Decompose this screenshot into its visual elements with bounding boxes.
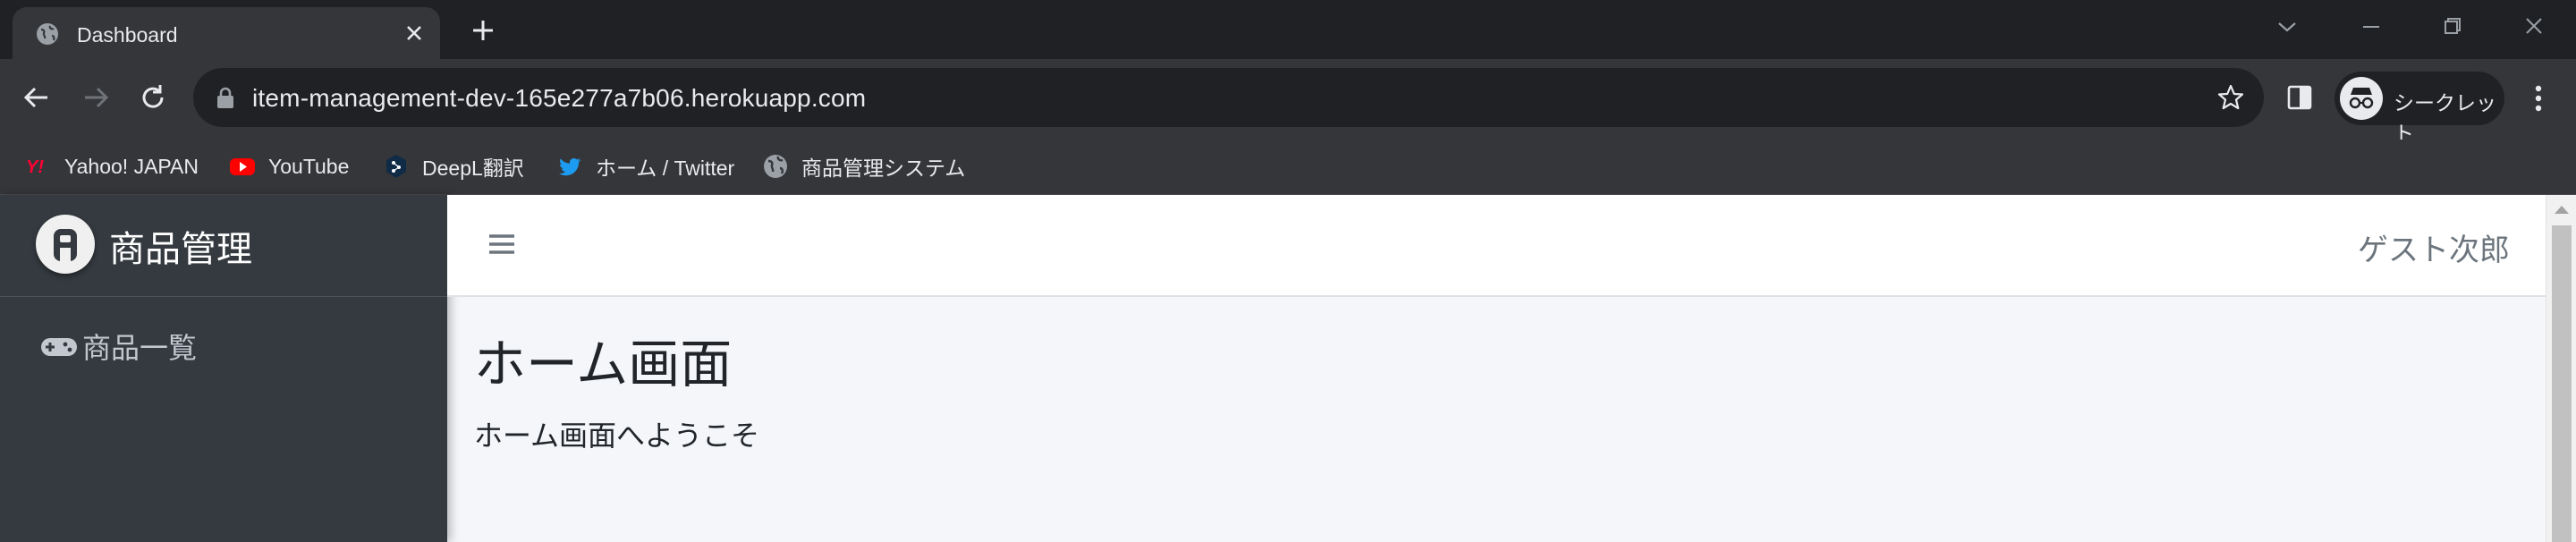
brand-link[interactable]: 商品管理 — [0, 195, 447, 297]
close-tab-icon[interactable] — [399, 18, 429, 48]
top-navbar: ゲスト次郎 — [447, 195, 2546, 297]
url-text[interactable]: item-management-dev-165e277a7b06.herokua… — [252, 84, 866, 113]
globe-icon — [762, 153, 789, 180]
browser-tab[interactable]: Dashboard — [13, 7, 440, 59]
bookmark-item-system[interactable]: 商品管理システム — [762, 150, 965, 182]
gamepad-icon — [39, 333, 79, 360]
globe-icon — [36, 22, 59, 46]
bookmark-youtube[interactable]: YouTube — [229, 150, 349, 182]
more-menu-icon[interactable] — [2522, 80, 2555, 116]
deepl-icon — [383, 153, 410, 180]
reload-icon[interactable] — [132, 77, 174, 118]
bookmark-yahoo[interactable]: Y! Yahoo! JAPAN — [25, 150, 199, 182]
page-title: ホーム画面 — [474, 335, 733, 394]
bookmark-deepl[interactable]: DeepL翻訳 — [383, 150, 524, 182]
hamburger-menu-icon[interactable] — [487, 229, 517, 259]
incognito-label: シークレット — [2394, 91, 2496, 145]
bookmarks-bar: Y! Yahoo! JAPAN YouTube DeepL翻訳 ホーム / Tw… — [0, 140, 2576, 195]
close-window-icon[interactable] — [2512, 9, 2556, 45]
forward-arrow-icon[interactable] — [75, 77, 116, 118]
vertical-scrollbar[interactable] — [2546, 195, 2576, 542]
new-tab-icon[interactable] — [465, 13, 501, 48]
address-bar[interactable]: item-management-dev-165e277a7b06.herokua… — [193, 68, 2264, 127]
sidebar: 商品管理 商品一覧 — [0, 195, 447, 542]
twitter-icon — [556, 153, 583, 180]
web-page: 商品管理 商品一覧 ゲスト次郎 ホーム画面 ホーム画面へようこそ — [0, 195, 2576, 542]
back-arrow-icon[interactable] — [16, 77, 57, 118]
yahoo-icon: Y! — [25, 153, 52, 180]
main-content: ホーム画面 ホーム画面へようこそ — [447, 297, 2546, 542]
browser-toolbar: item-management-dev-165e277a7b06.herokua… — [0, 59, 2576, 145]
scrollbar-thumb[interactable] — [2552, 225, 2572, 542]
incognito-icon — [2340, 77, 2383, 120]
scroll-up-arrow-icon[interactable] — [2555, 206, 2569, 214]
welcome-message: ホーム画面へようこそ — [474, 419, 760, 452]
minimize-icon[interactable] — [2349, 9, 2394, 45]
bookmark-twitter[interactable]: ホーム / Twitter — [556, 150, 734, 182]
brand-text: 商品管理 — [109, 230, 252, 269]
sidebar-item-products[interactable]: 商品一覧 — [39, 326, 197, 367]
lock-icon[interactable] — [215, 86, 236, 109]
svg-text:Y!: Y! — [26, 157, 44, 177]
sidebar-item-label: 商品一覧 — [82, 332, 198, 364]
tab-title: Dashboard — [77, 23, 178, 47]
restore-icon[interactable] — [2429, 9, 2474, 45]
brand-logo-icon — [36, 215, 95, 274]
tab-search-chevron-icon[interactable] — [2265, 9, 2309, 45]
browser-tab-strip: Dashboard — [0, 0, 2576, 59]
incognito-profile-button[interactable]: シークレット — [2334, 72, 2504, 145]
side-panel-icon[interactable] — [2284, 82, 2315, 113]
bookmark-star-icon[interactable] — [2216, 82, 2246, 113]
youtube-icon — [229, 153, 256, 180]
user-name[interactable]: ゲスト次郎 — [2358, 225, 2510, 269]
